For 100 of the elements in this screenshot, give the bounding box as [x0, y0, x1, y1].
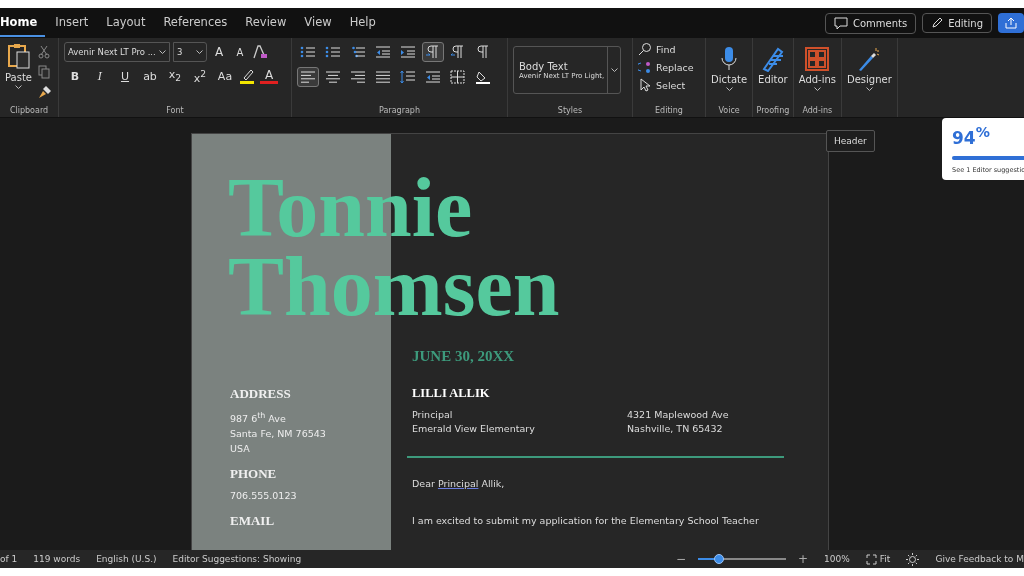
ribbon-tab[interactable]: Layout [106, 9, 154, 37]
clipboard-icon [6, 42, 31, 70]
ltr-button[interactable] [422, 42, 444, 62]
format-button[interactable]: ab [139, 67, 161, 85]
scissors-icon[interactable] [38, 45, 50, 59]
pencil-icon [931, 17, 944, 29]
copy-icon[interactable] [38, 65, 50, 79]
fit-button[interactable]: Fit [865, 553, 891, 565]
left-button[interactable] [297, 67, 319, 87]
fit-icon [865, 553, 877, 565]
outdent-icon [425, 70, 441, 84]
header-tooltip: Header [826, 130, 875, 152]
body-paragraph: I am excited to submit my application for the Elementary School Teacher [412, 515, 760, 526]
replace-icon [638, 60, 652, 74]
search-icon [638, 42, 652, 56]
caret-icon[interactable] [610, 68, 618, 72]
format-button[interactable]: x$_{2}$ [164, 67, 186, 85]
zoom-percent[interactable]: 100% [824, 554, 850, 564]
paste-button[interactable]: Paste [5, 42, 32, 106]
editor-score: 94$^{%}$ [952, 124, 991, 148]
status-text[interactable]: of 1 [0, 554, 18, 564]
brightness-icon[interactable] [906, 552, 920, 566]
zoom-out-button[interactable]: − [676, 552, 687, 566]
left-icon [300, 70, 316, 84]
format-button[interactable]: x$^{2}$ [189, 67, 211, 85]
status-text[interactable]: 119 words [33, 554, 81, 564]
contact-line: USA [230, 442, 251, 457]
select-button[interactable]: Select [638, 78, 700, 92]
salutation-text: Dear [412, 478, 435, 489]
pilcrow-icon [475, 45, 491, 59]
numbering-icon [325, 45, 341, 59]
outdent-icon [375, 45, 391, 59]
style-name: Body Text [519, 60, 569, 72]
format-button[interactable]: Aa [214, 67, 236, 85]
feedback-link[interactable]: Give Feedback to M [935, 554, 1024, 564]
zoom-thumb[interactable] [714, 554, 725, 564]
grid-icon [804, 46, 831, 72]
caret-icon[interactable] [196, 50, 203, 54]
highlighter-icon[interactable] [239, 68, 257, 84]
group-label: Editing [654, 106, 684, 115]
add-ins-button[interactable]: Add-ins [795, 42, 839, 106]
caret-icon [813, 87, 821, 91]
format-button[interactable]: B [64, 67, 86, 85]
borders-icon [450, 70, 466, 84]
ribbon-tab[interactable]: References [163, 9, 236, 37]
shrink-font-button[interactable]: A [231, 43, 249, 61]
comment-icon [833, 16, 848, 30]
caret-icon [865, 87, 873, 91]
group-label: Add-ins [801, 106, 834, 115]
share-button[interactable] [998, 13, 1024, 33]
ribbon-tab[interactable]: View [304, 9, 340, 37]
center-icon [325, 70, 341, 84]
group-label: Voice [717, 106, 741, 115]
indent-icon [400, 45, 416, 59]
recipient-name: LILLI ALLIK [412, 386, 491, 401]
grow-font-button[interactable]: A [210, 43, 228, 61]
replace-button[interactable]: Replace [638, 60, 700, 74]
section-heading: PHONE [230, 466, 278, 483]
caret-icon [15, 85, 22, 89]
group-label: Font [165, 106, 185, 115]
caret-icon [725, 87, 733, 91]
dictate-button[interactable]: Dictate [708, 42, 751, 106]
font-size-field[interactable]: 3 [173, 42, 207, 62]
spacing-icon [400, 70, 416, 84]
caret-icon[interactable] [159, 50, 166, 54]
ribbon-tab[interactable]: Insert [55, 9, 97, 37]
group-label: Proofing [755, 106, 791, 115]
format-button[interactable]: I [89, 67, 111, 85]
eraser-icon[interactable] [252, 44, 268, 60]
comments-button[interactable]: Comments [824, 12, 917, 34]
group-label: Paragraph [378, 106, 421, 115]
salutation-text: Allik, [481, 478, 505, 489]
justify-icon [375, 70, 391, 84]
group-label: Clipboard [8, 106, 50, 115]
editing-button[interactable]: Editing [922, 13, 992, 33]
address-line: 4321 Maplewood Ave [627, 408, 730, 422]
font-name-field[interactable]: Avenir Next LT Pro ... [64, 42, 170, 62]
ltr-icon [425, 45, 441, 59]
font-color-button[interactable]: A [260, 68, 278, 84]
letter-date: JUNE 30, 20XX [412, 348, 516, 364]
find-button[interactable]: Find [638, 42, 700, 56]
section-heading: ADDRESS [230, 386, 292, 402]
designer-button[interactable]: Designer [844, 42, 895, 115]
recipient-line: Emerald View Elementary [412, 422, 536, 436]
ribbon-tab[interactable]: Help [349, 9, 384, 37]
ribbon-tab[interactable]: Review [245, 9, 295, 37]
flagged-word[interactable]: Principal [437, 478, 479, 489]
rtl-icon [450, 45, 466, 59]
multilevel-icon [350, 45, 366, 59]
paintbrush-icon[interactable] [38, 85, 52, 99]
right-icon [350, 70, 366, 84]
recipient-line: Principal [412, 408, 454, 422]
contact-line: Santa Fe, NM 76543 [230, 427, 327, 442]
status-text[interactable]: English (U.S.) [96, 554, 157, 564]
zoom-in-button[interactable]: + [798, 552, 809, 566]
cursor-icon [638, 78, 652, 92]
group-label: Styles [556, 106, 584, 115]
format-button[interactable]: U [114, 67, 136, 85]
status-text[interactable]: Editor Suggestions: Showing [172, 554, 302, 564]
editor-button[interactable]: Editor [755, 42, 791, 106]
